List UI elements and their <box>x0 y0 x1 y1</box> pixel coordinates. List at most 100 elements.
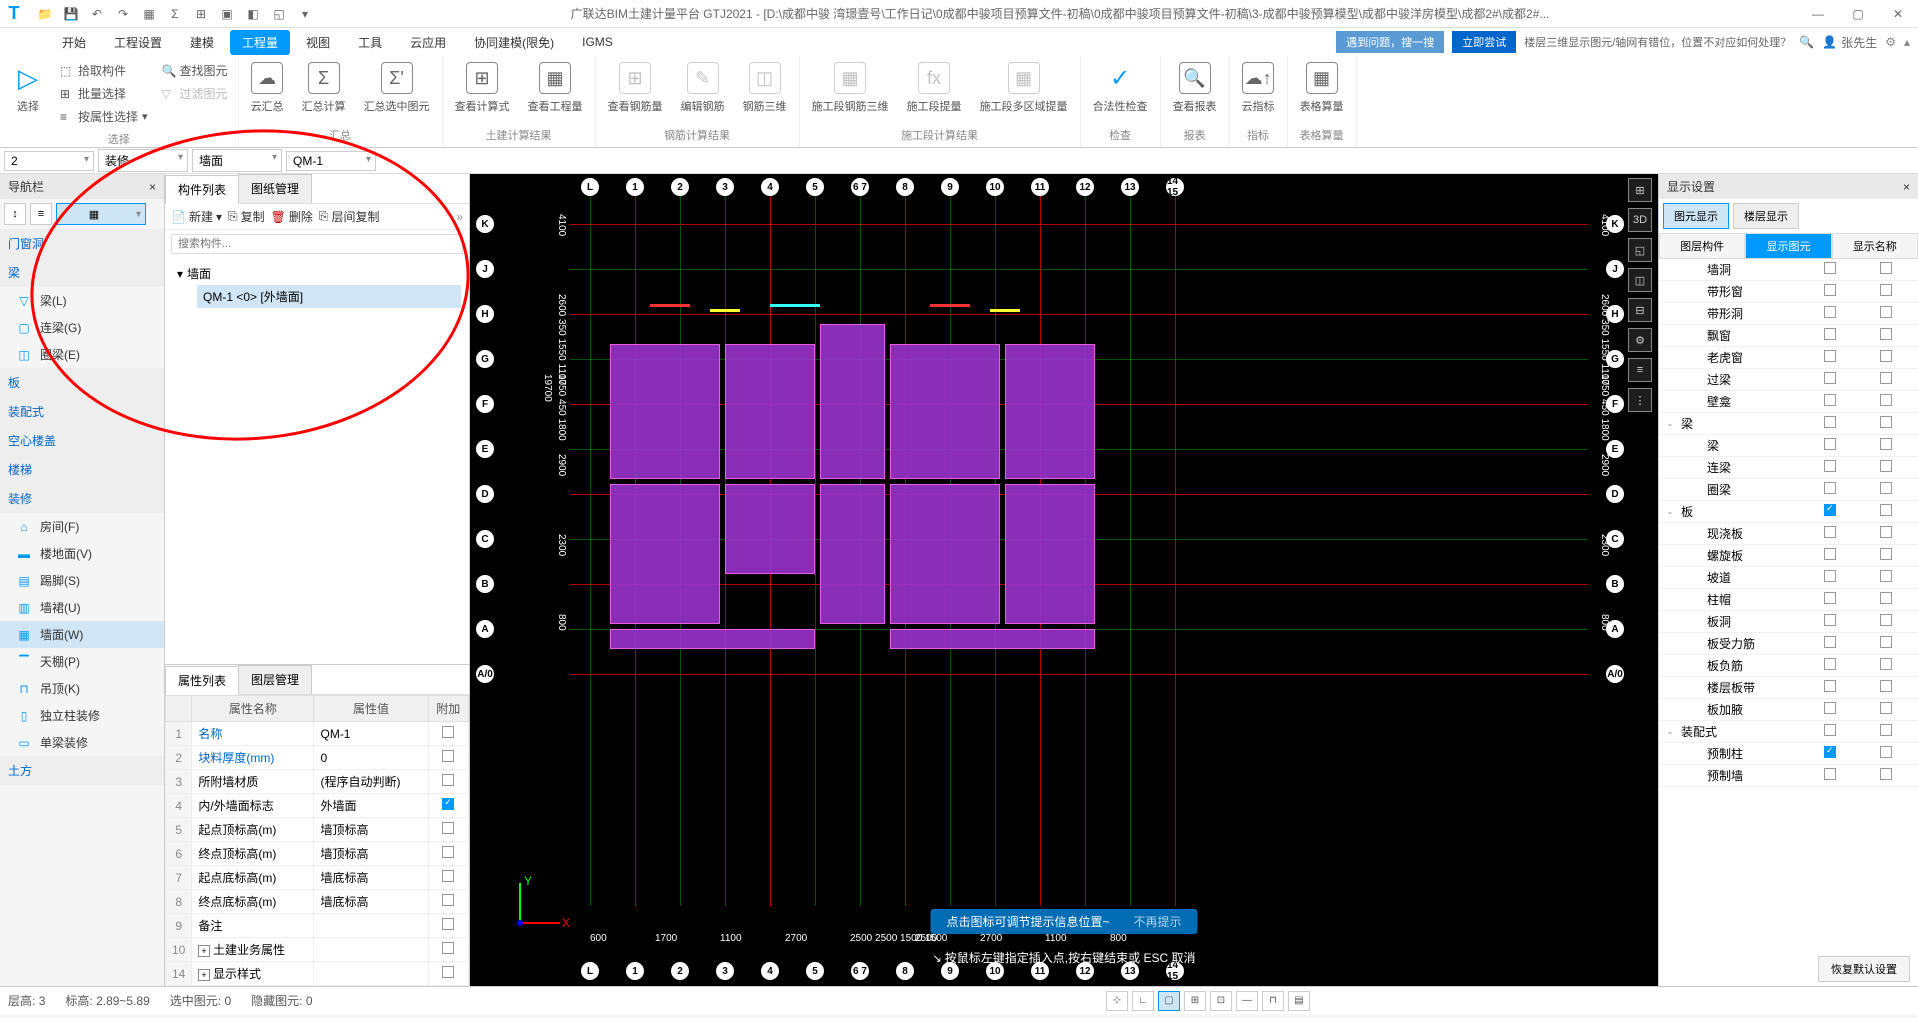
nav-beam-deco[interactable]: ▭单梁装修 <box>0 729 164 756</box>
nav-cat-hollow[interactable]: 空心楼盖 <box>0 426 164 455</box>
sb-tool-5[interactable]: ⊡ <box>1210 991 1232 1011</box>
type-selector[interactable]: 装修 <box>98 149 188 172</box>
nav-cat-door[interactable]: 门窗洞 <box>0 229 164 258</box>
pick-component-button[interactable]: ⬚拾取构件 <box>56 60 152 81</box>
tab-layer-mgmt[interactable]: 图层管理 <box>238 665 312 694</box>
tab-tools[interactable]: 工具 <box>346 30 394 55</box>
tab-component-list[interactable]: 构件列表 <box>165 175 239 204</box>
nav-wall-surface[interactable]: ▦墙面(W) <box>0 621 164 648</box>
qat-undo-icon[interactable]: ↶ <box>88 5 106 23</box>
maximize-button[interactable]: ▢ <box>1838 0 1878 28</box>
component-search-input[interactable] <box>171 234 463 254</box>
layer-row[interactable]: 过梁 <box>1659 369 1918 391</box>
th-show-element[interactable]: 显示图元 <box>1745 233 1831 259</box>
gear-icon[interactable]: ⚙ <box>1628 328 1652 352</box>
try-button[interactable]: 立即尝试 <box>1452 31 1516 53</box>
nav-mode-2[interactable]: ≡ <box>30 203 52 225</box>
sb-tool-3[interactable]: ▢ <box>1158 991 1180 1011</box>
layer-row[interactable]: 老虎窗 <box>1659 347 1918 369</box>
seg-qty-button[interactable]: fx施工段提量 <box>899 58 970 118</box>
qat-dim-icon[interactable]: ⊞ <box>192 5 210 23</box>
ortho-icon[interactable]: ◫ <box>1628 268 1652 292</box>
property-row[interactable]: 5起点顶标高(m)墙顶标高 <box>166 818 469 842</box>
sum-calc-button[interactable]: Σ汇总计算 <box>294 58 354 118</box>
property-row[interactable]: 7起点底标高(m)墙底标高 <box>166 866 469 890</box>
collapse-ribbon-icon[interactable]: ▴ <box>1904 35 1910 49</box>
attr-select-button[interactable]: ≡按属性选择 ▾ <box>56 106 152 127</box>
settings-icon[interactable]: ⚙ <box>1885 35 1896 49</box>
property-row[interactable]: 9备注 <box>166 914 469 938</box>
tab-quantity[interactable]: 工程量 <box>230 30 290 55</box>
layer-row[interactable]: 墙洞 <box>1659 259 1918 281</box>
qat-dropdown-icon[interactable]: ▾ <box>296 5 314 23</box>
nav-beam-g[interactable]: ▢连梁(G) <box>0 314 164 341</box>
new-button[interactable]: 📄新建 ▾ <box>171 208 222 225</box>
view-rebar-button[interactable]: ⊞查看钢筋量 <box>600 58 671 118</box>
cloud-sum-button[interactable]: ☁云汇总 <box>243 58 292 118</box>
restore-defaults-button[interactable]: 恢复默认设置 <box>1818 956 1910 982</box>
layer-row[interactable]: 柱帽 <box>1659 589 1918 611</box>
table-calc-button[interactable]: ▦表格算量 <box>1292 58 1352 118</box>
layer-copy-button[interactable]: ⎘层间复制 <box>319 208 380 225</box>
seg-3d-button[interactable]: ▦施工段钢筋三维 <box>804 58 897 118</box>
cloud-index-button[interactable]: ☁↑云指标 <box>1234 58 1283 118</box>
qat-redo-icon[interactable]: ↷ <box>114 5 132 23</box>
property-row[interactable]: 4内/外墙面标志外墙面 <box>166 794 469 818</box>
more-tool-icon[interactable]: ⋮ <box>1628 388 1652 412</box>
layer-row[interactable]: 壁龛 <box>1659 391 1918 413</box>
layer-row[interactable]: 预制墙 <box>1659 765 1918 787</box>
user-badge[interactable]: 👤张先生 <box>1822 34 1877 51</box>
qat-color-icon[interactable]: ◧ <box>244 5 262 23</box>
property-row[interactable]: 2块料厚度(mm)0 <box>166 746 469 770</box>
tab-floor-display[interactable]: 楼层显示 <box>1733 203 1799 229</box>
qat-save-icon[interactable]: 💾 <box>62 5 80 23</box>
more-icon[interactable]: » <box>456 210 463 224</box>
layer-row[interactable]: 带形窗 <box>1659 281 1918 303</box>
qat-sum-icon[interactable]: Σ <box>166 5 184 23</box>
layers-icon[interactable]: ≡ <box>1628 358 1652 382</box>
component-selector[interactable]: 墙面 <box>192 149 282 172</box>
legal-check-button[interactable]: ✓合法性检查 <box>1085 58 1156 118</box>
tab-view[interactable]: 视图 <box>294 30 342 55</box>
qat-region-icon[interactable]: ▦ <box>140 5 158 23</box>
layer-row[interactable]: 飘窗 <box>1659 325 1918 347</box>
close-icon[interactable]: × <box>1903 180 1910 194</box>
view-report-button[interactable]: 🔍查看报表 <box>1165 58 1225 118</box>
dismiss-tip-button[interactable]: 不再提示 <box>1134 913 1182 930</box>
nav-suspend[interactable]: ⊓吊顶(K) <box>0 675 164 702</box>
grid-icon[interactable]: ⊟ <box>1628 298 1652 322</box>
tree-item-qm1[interactable]: QM-1 <0> [外墙面] <box>197 285 461 308</box>
sb-tool-1[interactable]: ⊹ <box>1106 991 1128 1011</box>
layer-row[interactable]: 板受力筋 <box>1659 633 1918 655</box>
view-3d-icon[interactable]: 3D <box>1628 208 1652 232</box>
layer-row[interactable]: -梁 <box>1659 413 1918 435</box>
item-selector[interactable]: QM-1 <box>286 151 376 171</box>
find-element-button[interactable]: 🔍查找图元 <box>158 60 232 81</box>
th-show-name[interactable]: 显示名称 <box>1832 233 1918 259</box>
view-2d-icon[interactable]: ⊞ <box>1628 178 1652 202</box>
canvas[interactable]: LL11223344556 76 78899101011111212131314… <box>470 174 1658 986</box>
tab-cloud[interactable]: 云应用 <box>398 30 458 55</box>
layer-row[interactable]: 板负筋 <box>1659 655 1918 677</box>
sb-tool-7[interactable]: ⊓ <box>1262 991 1284 1011</box>
sb-tool-4[interactable]: ⊞ <box>1184 991 1206 1011</box>
floor-selector[interactable]: 2 <box>4 151 94 171</box>
sb-tool-8[interactable]: ▤ <box>1288 991 1310 1011</box>
nav-column-deco[interactable]: ▯独立柱装修 <box>0 702 164 729</box>
nav-ceiling[interactable]: ▔天棚(P) <box>0 648 164 675</box>
layer-row[interactable]: -板 <box>1659 501 1918 523</box>
view-formula-button[interactable]: ⊞查看计算式 <box>447 58 518 118</box>
layer-row[interactable]: 连梁 <box>1659 457 1918 479</box>
select-button[interactable]: ▷选择 <box>4 58 52 118</box>
nav-cat-beam[interactable]: 梁 <box>0 258 164 287</box>
nav-room[interactable]: ⌂房间(F) <box>0 513 164 540</box>
qat-cube-icon[interactable]: ◱ <box>270 5 288 23</box>
tab-start[interactable]: 开始 <box>50 30 98 55</box>
layer-row[interactable]: 现浇板 <box>1659 523 1918 545</box>
nav-cat-slab[interactable]: 板 <box>0 368 164 397</box>
qat-view-icon[interactable]: ▣ <box>218 5 236 23</box>
property-row[interactable]: 8终点底标高(m)墙底标高 <box>166 890 469 914</box>
layer-row[interactable]: 带形洞 <box>1659 303 1918 325</box>
seg-multi-button[interactable]: ▦施工段多区域提量 <box>972 58 1076 118</box>
property-row[interactable]: 3所附墙材质(程序自动判断) <box>166 770 469 794</box>
